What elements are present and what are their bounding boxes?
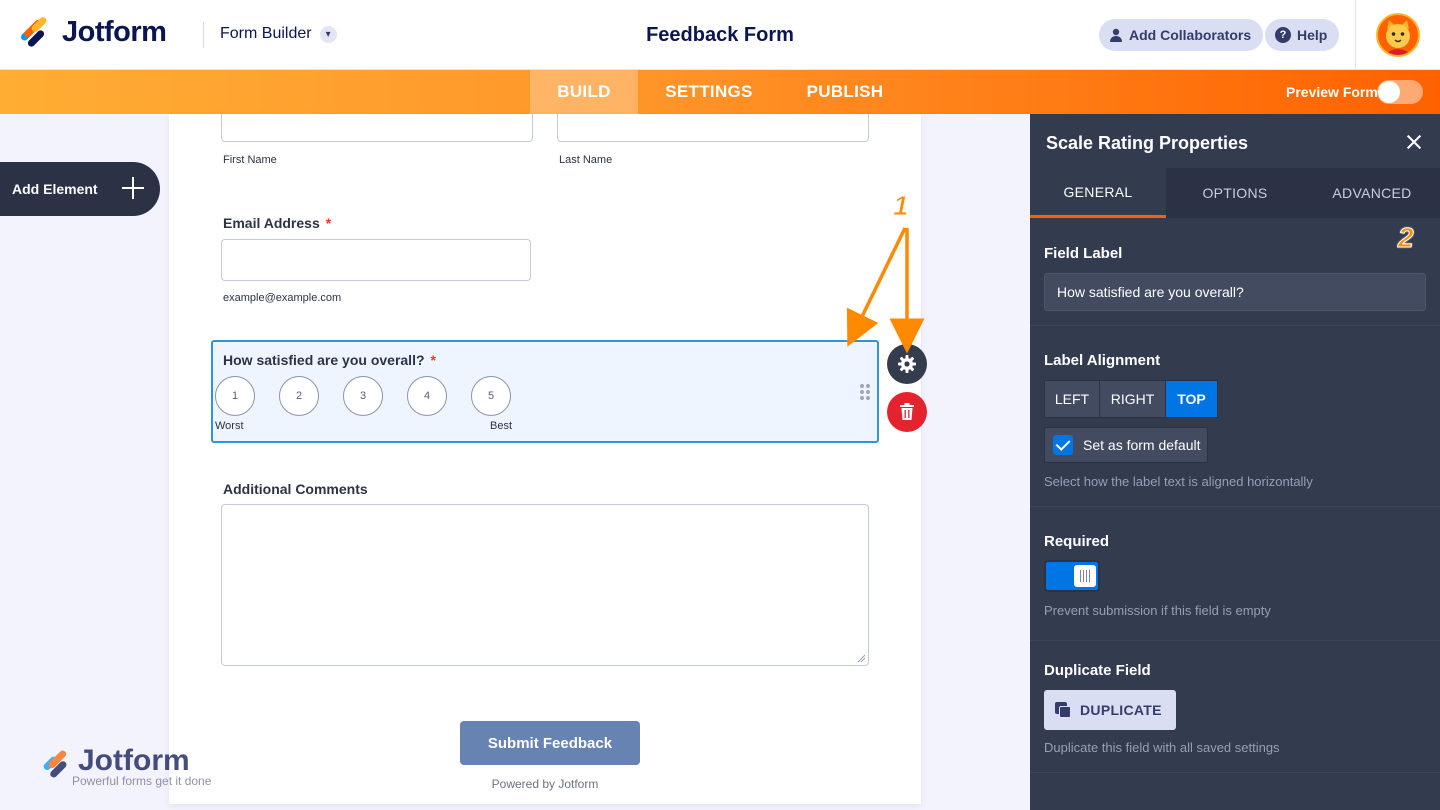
alignment-right-button[interactable]: RIGHT: [1099, 380, 1166, 418]
checkmark-icon: [1053, 435, 1073, 455]
duplicate-help-text: Duplicate this field with all saved sett…: [1044, 740, 1280, 755]
rating-label-text: How satisfied are you overall?: [223, 352, 425, 368]
form-builder-label: Form Builder: [220, 25, 312, 42]
trash-icon: [900, 403, 914, 420]
field-properties-button[interactable]: [887, 344, 927, 384]
drag-handle-icon[interactable]: [860, 384, 870, 400]
tab-advanced[interactable]: ADVANCED: [1304, 168, 1440, 218]
rating-best-label: Best: [490, 420, 513, 432]
add-element-button[interactable]: Add Element: [0, 162, 160, 216]
section-divider: [1030, 325, 1440, 326]
tab-build[interactable]: BUILD: [530, 70, 638, 114]
powered-by-link[interactable]: Powered by Jotform: [460, 777, 630, 791]
plus-icon: [122, 177, 144, 199]
set-form-default-label: Set as form default: [1083, 437, 1201, 453]
required-help-text: Prevent submission if this field is empt…: [1044, 603, 1271, 618]
duplicate-icon: [1054, 701, 1072, 719]
rating-worst-label: Worst: [215, 420, 244, 432]
help-icon: ?: [1275, 27, 1291, 43]
panel-tabs: GENERAL OPTIONS ADVANCED: [1030, 168, 1440, 218]
user-icon: [1110, 28, 1122, 42]
email-label: Email Address *: [223, 215, 331, 231]
logo-text: Jotform: [62, 16, 167, 48]
avatar[interactable]: [1376, 13, 1420, 57]
avatar-cat-icon: [1384, 20, 1412, 55]
header-divider-right: [1355, 0, 1356, 70]
panel-title: Scale Rating Properties: [1046, 133, 1249, 153]
duplicate-button[interactable]: DUPLICATE: [1044, 690, 1176, 730]
help-button[interactable]: ? Help: [1265, 19, 1340, 51]
rating-option-2[interactable]: 2: [279, 376, 319, 416]
last-name-input[interactable]: [557, 114, 869, 142]
close-icon[interactable]: [1405, 133, 1423, 151]
toggle-knob: [1074, 565, 1096, 587]
tab-publish[interactable]: PUBLISH: [790, 70, 900, 114]
section-divider: [1030, 506, 1440, 507]
first-name-input[interactable]: [221, 114, 533, 142]
tab-settings[interactable]: SETTINGS: [650, 70, 768, 114]
alignment-left-button[interactable]: LEFT: [1044, 380, 1100, 418]
toggle-knob: [1378, 81, 1400, 103]
required-title: Required: [1044, 533, 1110, 550]
tab-general[interactable]: GENERAL: [1030, 168, 1166, 218]
jotform-logo[interactable]: Jotform: [18, 15, 167, 49]
top-header: Jotform Form Builder ▾ Feedback Form Add…: [0, 0, 1440, 70]
form-builder-dropdown[interactable]: Form Builder ▾: [220, 25, 337, 43]
email-input[interactable]: [221, 239, 531, 281]
email-sublabel: example@example.com: [223, 292, 342, 304]
section-divider: [1030, 772, 1440, 773]
main-nav: BUILD SETTINGS PUBLISH Preview Form: [0, 70, 1440, 114]
chevron-down-icon: ▾: [319, 25, 337, 43]
add-collaborators-label: Add Collaborators: [1129, 27, 1252, 43]
watermark-logo-text: Jotform: [78, 744, 190, 777]
add-collaborators-button[interactable]: Add Collaborators: [1099, 19, 1264, 51]
required-asterisk: *: [430, 352, 436, 368]
delete-field-button[interactable]: [887, 392, 927, 432]
annotation-number-2: 2: [1398, 222, 1415, 254]
required-asterisk: *: [325, 215, 332, 231]
duplicate-button-label: DUPLICATE: [1080, 702, 1162, 718]
annotation-number-1: 1: [893, 190, 910, 222]
rating-option-3[interactable]: 3: [343, 376, 383, 416]
required-toggle[interactable]: [1044, 560, 1100, 592]
preview-form-label: Preview Form: [1286, 84, 1378, 100]
set-form-default-checkbox[interactable]: Set as form default: [1044, 427, 1208, 463]
watermark-tagline: Powerful forms get it done: [72, 774, 212, 788]
section-divider: [1030, 640, 1440, 641]
last-name-sublabel: Last Name: [559, 154, 613, 166]
comments-textarea[interactable]: [221, 504, 869, 666]
rating-option-1[interactable]: 1: [215, 376, 255, 416]
field-label-input[interactable]: How satisfied are you overall?: [1044, 273, 1426, 311]
add-element-label: Add Element: [12, 181, 98, 197]
duplicate-field-title: Duplicate Field: [1044, 662, 1151, 679]
alignment-top-button[interactable]: TOP: [1165, 380, 1218, 418]
jotform-logo-icon: [18, 15, 50, 49]
comments-label: Additional Comments: [223, 481, 368, 497]
rating-label: How satisfied are you overall? *: [223, 352, 436, 368]
submit-button[interactable]: Submit Feedback: [460, 721, 640, 765]
header-divider: [203, 22, 204, 48]
gear-icon: [898, 355, 916, 373]
preview-form-toggle[interactable]: [1377, 80, 1423, 104]
field-label-title: Field Label: [1044, 245, 1123, 262]
label-alignment-title: Label Alignment: [1044, 352, 1161, 369]
alignment-help-text: Select how the label text is aligned hor…: [1044, 474, 1313, 489]
rating-option-4[interactable]: 4: [407, 376, 447, 416]
jotform-watermark-icon: [43, 750, 67, 778]
properties-panel: Scale Rating Properties GENERAL OPTIONS …: [1030, 114, 1440, 810]
resize-handle-icon[interactable]: [857, 654, 865, 662]
email-label-text: Email Address: [223, 215, 320, 231]
help-label: Help: [1297, 27, 1328, 43]
tab-options[interactable]: OPTIONS: [1167, 168, 1303, 218]
rating-option-5[interactable]: 5: [471, 376, 511, 416]
first-name-sublabel: First Name: [223, 154, 277, 166]
